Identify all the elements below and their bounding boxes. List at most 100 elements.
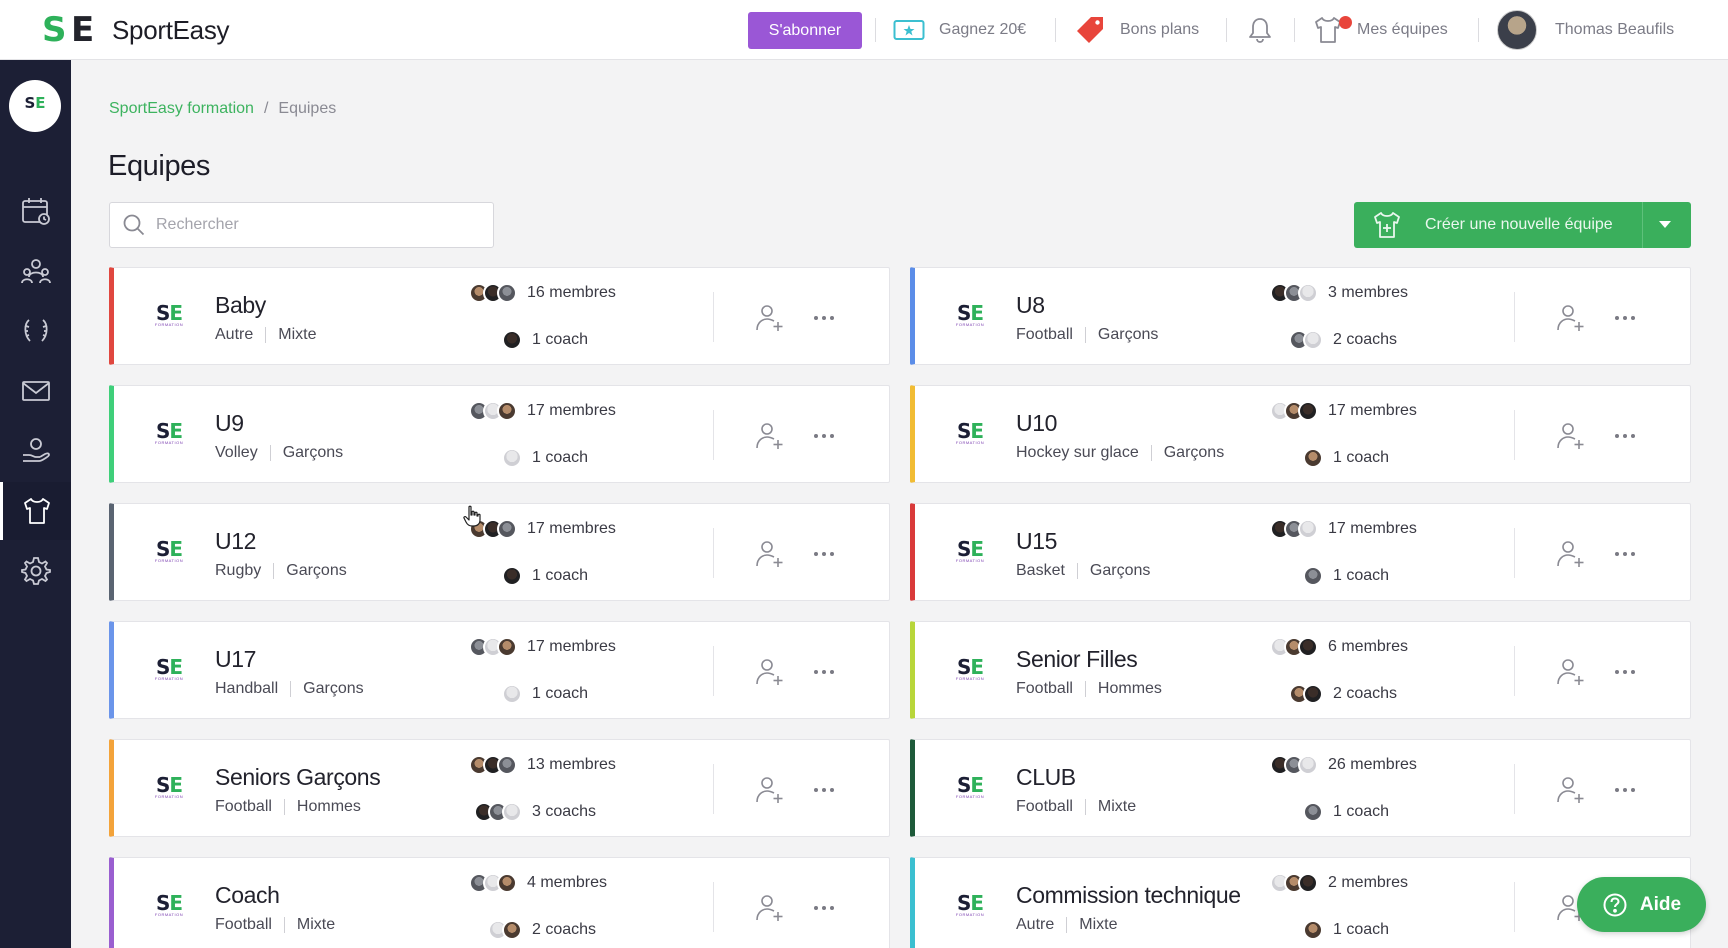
members-count[interactable]: 17 membres bbox=[469, 519, 616, 539]
members-count[interactable]: 13 membres bbox=[469, 755, 616, 775]
members-label: 17 membres bbox=[527, 402, 616, 419]
sidebar-item-settings[interactable] bbox=[0, 542, 71, 600]
members-count[interactable]: 6 membres bbox=[1270, 637, 1408, 657]
add-member-button[interactable] bbox=[753, 656, 787, 688]
club-logo[interactable]: SE bbox=[9, 80, 61, 132]
team-card[interactable]: SE FORMATION U17 Handball Garçons 17 mem… bbox=[109, 621, 890, 719]
coaches-count[interactable]: 1 coach bbox=[502, 330, 588, 350]
team-card[interactable]: SE FORMATION CLUB Football Mixte 26 memb… bbox=[910, 739, 1691, 837]
user-name: Thomas Beaufils bbox=[1555, 21, 1675, 38]
member-avatars bbox=[1270, 519, 1318, 539]
team-card[interactable]: SE FORMATION Senior Filles Football Homm… bbox=[910, 621, 1691, 719]
help-label: Aide bbox=[1639, 893, 1682, 915]
team-name: U17 bbox=[215, 646, 256, 672]
team-card[interactable]: SE FORMATION Baby Autre Mixte 16 membres… bbox=[109, 267, 890, 365]
team-card[interactable]: SE FORMATION Commission technique Autre … bbox=[910, 857, 1691, 948]
members-count[interactable]: 2 membres bbox=[1270, 873, 1408, 893]
add-member-button[interactable] bbox=[1554, 774, 1588, 806]
members-count[interactable]: 17 membres bbox=[469, 401, 616, 421]
coaches-count[interactable]: 3 coachs bbox=[474, 802, 596, 822]
team-logo-icon: SE FORMATION bbox=[154, 537, 184, 563]
referral-link[interactable]: Gagnez 20€ bbox=[893, 0, 1026, 60]
coaches-label: 3 coachs bbox=[532, 803, 597, 820]
coach-avatars bbox=[1303, 920, 1323, 940]
sidebar-item-members[interactable] bbox=[0, 242, 71, 300]
sidebar-item-teams[interactable] bbox=[0, 482, 71, 540]
team-card[interactable]: SE FORMATION U12 Rugby Garçons 17 membre… bbox=[109, 503, 890, 601]
team-card[interactable]: SE FORMATION U8 Football Garçons 3 membr… bbox=[910, 267, 1691, 365]
user-plus-icon bbox=[756, 541, 783, 567]
help-button[interactable]: Aide bbox=[1577, 877, 1706, 932]
add-member-button[interactable] bbox=[1554, 420, 1588, 452]
add-member-button[interactable] bbox=[1554, 656, 1588, 688]
search-input[interactable] bbox=[156, 216, 476, 234]
coaches-count[interactable]: 1 coach bbox=[1303, 920, 1389, 940]
tag-separator bbox=[290, 681, 292, 697]
add-member-button[interactable] bbox=[753, 302, 787, 334]
team-card[interactable]: SE FORMATION Coach Football Mixte 4 memb… bbox=[109, 857, 890, 948]
members-count[interactable]: 3 membres bbox=[1270, 283, 1408, 303]
coaches-count[interactable]: 2 coachs bbox=[1289, 684, 1397, 704]
more-options-icon[interactable] bbox=[809, 540, 839, 568]
team-logo-icon: SE FORMATION bbox=[955, 419, 985, 445]
sidebar-item-calendar[interactable] bbox=[0, 182, 71, 240]
members-count[interactable]: 26 membres bbox=[1270, 755, 1417, 775]
more-options-icon[interactable] bbox=[1610, 776, 1640, 804]
coaches-count[interactable]: 2 coachs bbox=[1289, 330, 1397, 350]
sidebar-item-messages[interactable] bbox=[0, 362, 71, 420]
more-options-icon[interactable] bbox=[809, 422, 839, 450]
notifications-button[interactable] bbox=[1247, 0, 1287, 60]
coaches-count[interactable]: 1 coach bbox=[502, 684, 588, 704]
member-avatar bbox=[1298, 401, 1318, 421]
my-teams-link[interactable]: Mes équipes bbox=[1313, 0, 1448, 60]
sidebar-item-trophy[interactable] bbox=[0, 302, 71, 360]
brand-logo[interactable]: SE SportEasy bbox=[42, 13, 230, 47]
breadcrumb-separator: / bbox=[263, 100, 269, 117]
members-count[interactable]: 17 membres bbox=[1270, 401, 1417, 421]
member-avatar bbox=[1298, 283, 1318, 303]
team-card[interactable]: SE FORMATION Seniors Garçons Football Ho… bbox=[109, 739, 890, 837]
more-options-icon[interactable] bbox=[1610, 304, 1640, 332]
subscribe-button[interactable]: S'abonner bbox=[748, 12, 862, 49]
breadcrumb-root[interactable]: SportEasy formation bbox=[109, 100, 254, 118]
coaches-count[interactable]: 2 coachs bbox=[488, 920, 596, 940]
members-count[interactable]: 17 membres bbox=[469, 637, 616, 657]
coach-avatar bbox=[1303, 802, 1323, 822]
add-member-button[interactable] bbox=[753, 774, 787, 806]
coaches-count[interactable]: 1 coach bbox=[1303, 566, 1389, 586]
team-logo-icon: SE FORMATION bbox=[955, 891, 985, 917]
more-options-icon[interactable] bbox=[1610, 540, 1640, 568]
more-options-icon[interactable] bbox=[809, 304, 839, 332]
more-options-icon[interactable] bbox=[1610, 658, 1640, 686]
coaches-count[interactable]: 1 coach bbox=[1303, 448, 1389, 468]
user-plus-icon bbox=[756, 423, 783, 449]
coaches-count[interactable]: 1 coach bbox=[1303, 802, 1389, 822]
deals-link[interactable]: Bons plans bbox=[1074, 0, 1199, 60]
team-card[interactable]: SE FORMATION U10 Hockey sur glace Garçon… bbox=[910, 385, 1691, 483]
members-label: 17 membres bbox=[1328, 520, 1417, 537]
team-card[interactable]: SE FORMATION U15 Basket Garçons 17 membr… bbox=[910, 503, 1691, 601]
add-member-button[interactable] bbox=[753, 420, 787, 452]
add-member-button[interactable] bbox=[1554, 302, 1588, 334]
user-menu[interactable]: Thomas Beaufils bbox=[1497, 0, 1674, 60]
more-options-icon[interactable] bbox=[809, 776, 839, 804]
members-count[interactable]: 17 membres bbox=[1270, 519, 1417, 539]
brand-name: SportEasy bbox=[112, 14, 230, 45]
more-options-icon[interactable] bbox=[809, 658, 839, 686]
create-team-button[interactable]: Créer une nouvelle équipe bbox=[1354, 202, 1691, 248]
more-options-icon[interactable] bbox=[1610, 422, 1640, 450]
dropdown-caret-icon[interactable] bbox=[1659, 221, 1671, 228]
sidebar-item-payments[interactable] bbox=[0, 422, 71, 480]
members-count[interactable]: 4 membres bbox=[469, 873, 607, 893]
team-card[interactable]: SE FORMATION U9 Volley Garçons 17 membre… bbox=[109, 385, 890, 483]
member-avatars bbox=[469, 755, 517, 775]
add-member-button[interactable] bbox=[1554, 538, 1588, 570]
coaches-count[interactable]: 1 coach bbox=[502, 566, 588, 586]
coaches-count[interactable]: 1 coach bbox=[502, 448, 588, 468]
more-options-icon[interactable] bbox=[809, 894, 839, 922]
team-category: Hommes bbox=[1097, 680, 1162, 697]
divider bbox=[713, 764, 714, 814]
add-member-button[interactable] bbox=[753, 892, 787, 924]
members-count[interactable]: 16 membres bbox=[469, 283, 616, 303]
add-member-button[interactable] bbox=[753, 538, 787, 570]
